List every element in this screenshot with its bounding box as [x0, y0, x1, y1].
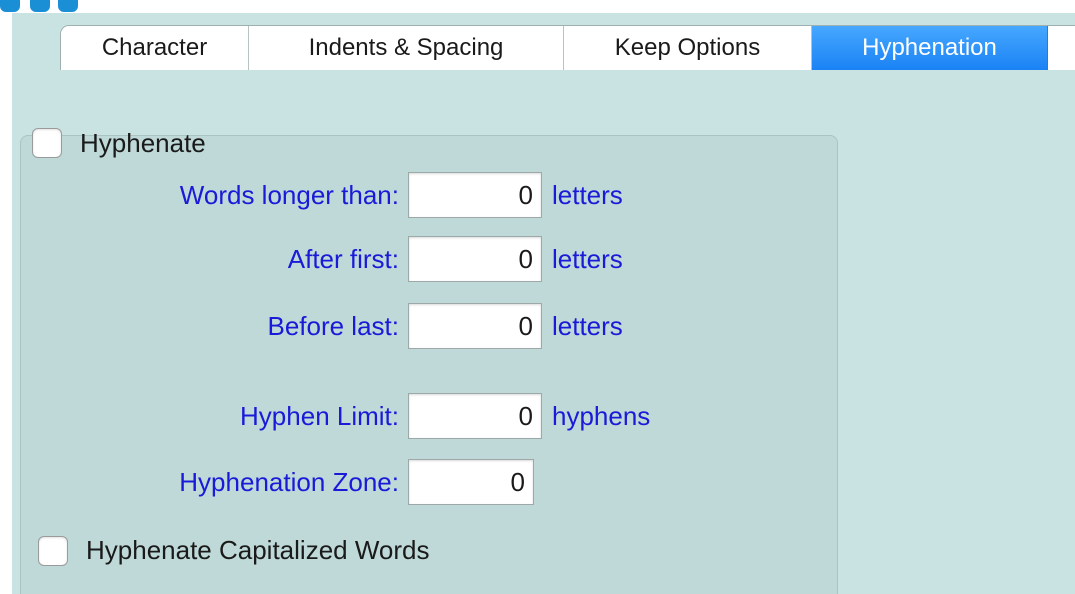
hyphenation-zone-label: Hyphenation Zone:: [179, 467, 399, 497]
tab-bar: Character Indents & Spacing Keep Options…: [60, 25, 1075, 70]
hyphenate-capitalized-label: Hyphenate Capitalized Words: [86, 535, 430, 565]
before-last-input[interactable]: 0: [408, 303, 542, 349]
hyphen-limit-input[interactable]: 0: [408, 393, 542, 439]
hyphenate-capitalized-checkbox[interactable]: [38, 536, 68, 566]
before-last-unit: letters: [552, 311, 623, 341]
hyphen-limit-unit: hyphens: [552, 401, 651, 431]
words-longer-than-label: Words longer than:: [179, 180, 399, 210]
after-first-input[interactable]: 0: [408, 236, 542, 282]
hyphenate-label: Hyphenate: [80, 128, 206, 158]
tab-hyphenation[interactable]: Hyphenation: [812, 26, 1048, 70]
hyphenation-zone-input[interactable]: 0: [408, 459, 534, 505]
words-longer-than-unit: letters: [552, 180, 623, 210]
tab-character[interactable]: Character: [61, 26, 249, 70]
hyphen-limit-label: Hyphen Limit:: [240, 401, 399, 431]
hyphenate-checkbox[interactable]: [32, 128, 62, 158]
after-first-unit: letters: [552, 244, 623, 274]
after-first-label: After first:: [287, 244, 399, 274]
background-window-title-fragment: [0, 0, 78, 13]
tab-overflow[interactable]: [1048, 26, 1075, 70]
paragraph-dialog-panel: Character Indents & Spacing Keep Options…: [12, 13, 1075, 594]
before-last-label: Before last:: [267, 311, 399, 341]
words-longer-than-input[interactable]: 0: [408, 172, 542, 218]
tab-indents-spacing[interactable]: Indents & Spacing: [249, 26, 564, 70]
tab-keep-options[interactable]: Keep Options: [564, 26, 812, 70]
